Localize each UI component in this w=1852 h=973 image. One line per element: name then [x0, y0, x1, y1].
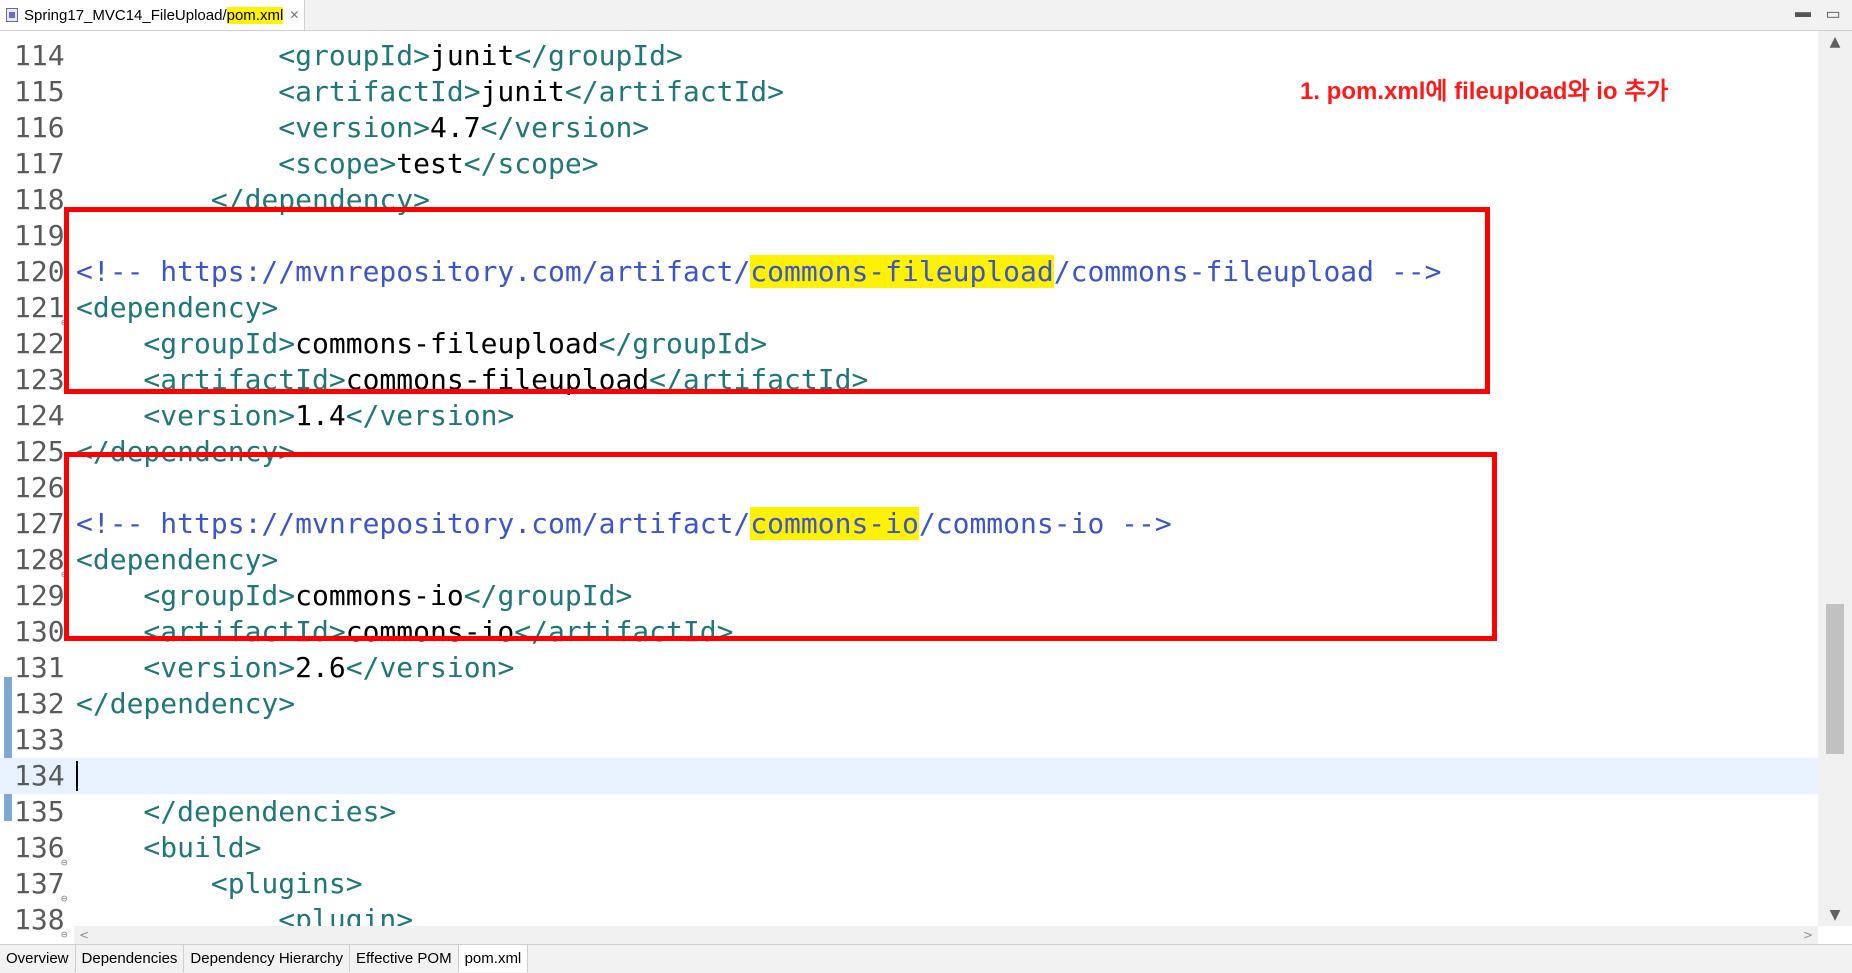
line-text: <version>4.7</version> [76, 110, 649, 146]
line-number: 134 [14, 759, 65, 792]
pom-tab-pom-xml[interactable]: pom.xml [458, 945, 529, 972]
code-line[interactable]: 117 <scope>test</scope> [0, 146, 1820, 182]
code-line[interactable]: 136 ⊖ <build> [0, 830, 1820, 869]
xml-tag: </artifactId> [564, 75, 785, 108]
xml-tag: <artifactId> [76, 75, 481, 108]
line-text: <groupId>junit</groupId> [76, 38, 683, 74]
xml-tag: <scope> [76, 147, 397, 180]
line-number: 122 [14, 327, 65, 360]
line-text: <scope>test</scope> [76, 146, 599, 182]
pom-tab-effective-pom[interactable]: Effective POM [350, 945, 459, 972]
xml-value: 1.4 [295, 399, 346, 432]
line-number: 120 [14, 255, 65, 288]
highlight-box-fileupload [64, 207, 1490, 394]
annotation-note: 1. pom.xml에 fileupload와 io 추가 [1300, 78, 1669, 105]
horizontal-scrollbar[interactable]: < > [74, 926, 1818, 944]
xml-tag: <plugins> [76, 867, 363, 900]
xml-value: 2.6 [295, 651, 346, 684]
code-line[interactable]: 114 <groupId>junit</groupId> [0, 38, 1820, 74]
editor-tab-pom[interactable]: Spring17_MVC14_FileUpload/pom.xml ✕ [0, 0, 305, 30]
scroll-left-icon[interactable]: < [74, 926, 94, 944]
xml-tag: <version> [76, 111, 431, 144]
line-number: 119 [14, 219, 65, 252]
code-line[interactable]: 132 </dependency> [0, 686, 1820, 722]
xml-source-editor[interactable]: 114 <groupId>junit</groupId> 115 <artifac… [0, 31, 1852, 941]
scroll-right-icon[interactable]: > [1798, 926, 1818, 944]
line-number: 123 [14, 363, 65, 396]
vertical-scroll-thumb[interactable] [1826, 604, 1844, 754]
vertical-scrollbar[interactable]: ▲ ▼ [1818, 31, 1852, 926]
xml-value: test [396, 147, 464, 180]
text-caret [76, 761, 78, 791]
pom-tab-dependency-hierarchy[interactable]: Dependency Hierarchy [184, 945, 350, 972]
editor-tab-title-file: pom.xml [226, 6, 284, 24]
xml-tag: <version> [76, 399, 296, 432]
xml-tag: <build> [76, 831, 262, 864]
xml-tag: </scope> [463, 147, 599, 180]
xml-tag: </dependencies> [76, 795, 397, 828]
xml-tag: <groupId> [76, 39, 431, 72]
pom-editor-tabs: Overview Dependencies Dependency Hierarchy… [0, 944, 1852, 973]
scroll-down-icon[interactable]: ▼ [1818, 904, 1852, 926]
editor-tab-bar: Spring17_MVC14_FileUpload/pom.xml ✕ ▬ ▭ [0, 0, 1852, 31]
maximize-icon[interactable]: ▭ [1824, 4, 1842, 24]
code-line[interactable]: 135 </dependencies> [0, 794, 1820, 830]
window-controls: ▬ ▭ [1794, 4, 1842, 24]
xml-value: junit [430, 39, 515, 72]
code-line[interactable]: 131 <version>2.6</version> [0, 650, 1820, 686]
xml-tag: <version> [76, 651, 296, 684]
code-line[interactable]: 116 <version>4.7</version> [0, 110, 1820, 146]
line-number: 133 [14, 723, 65, 756]
line-number: 115 [14, 75, 65, 108]
editor-tab-title-prefix: Spring17_MVC14_FileUpload/ [24, 6, 227, 24]
line-number: 116 [14, 111, 65, 144]
line-number: 127 [14, 507, 65, 540]
line-number: 125 [14, 435, 65, 468]
close-icon[interactable]: ✕ [289, 8, 299, 22]
scroll-up-icon[interactable]: ▲ [1818, 31, 1852, 53]
code-line[interactable]: 137 ⊖ <plugins> [0, 866, 1820, 905]
line-number: 124 [14, 399, 65, 432]
xml-tag: </version> [480, 111, 650, 144]
highlight-box-io [64, 452, 1497, 641]
xml-tag: </dependency> [76, 687, 296, 720]
line-text: </dependency> [76, 686, 295, 722]
xml-tag: </version> [345, 651, 515, 684]
pom-tab-overview[interactable]: Overview [0, 945, 76, 972]
line-number: 135 [14, 795, 65, 828]
line-number: 130 [14, 615, 65, 648]
pom-tab-dependencies[interactable]: Dependencies [76, 945, 185, 972]
xml-tag: </version> [345, 399, 515, 432]
line-text: </dependencies> [76, 794, 396, 830]
line-text: <version>2.6</version> [76, 650, 514, 686]
xml-value: junit [480, 75, 565, 108]
xml-file-icon [6, 8, 18, 22]
line-number: 129 [14, 579, 65, 612]
line-text: <plugins> [76, 866, 363, 902]
line-text: <version>1.4</version> [76, 398, 514, 434]
line-number: 114 [14, 39, 65, 72]
line-number: 118 [14, 183, 65, 216]
line-text: <build> [76, 830, 261, 866]
line-number: 126 [14, 471, 65, 504]
line-number: 132 [14, 687, 65, 720]
line-text: <artifactId>junit</artifactId> [76, 74, 784, 110]
code-line[interactable]: 134 [0, 758, 1820, 794]
line-number: 117 [14, 147, 65, 180]
xml-value: 4.7 [430, 111, 481, 144]
code-line[interactable]: 124 <version>1.4</version> [0, 398, 1820, 434]
minimize-icon[interactable]: ▬ [1794, 4, 1812, 24]
code-line[interactable]: 133 [0, 722, 1820, 758]
line-number: 131 [14, 651, 65, 684]
xml-tag: </groupId> [514, 39, 683, 72]
